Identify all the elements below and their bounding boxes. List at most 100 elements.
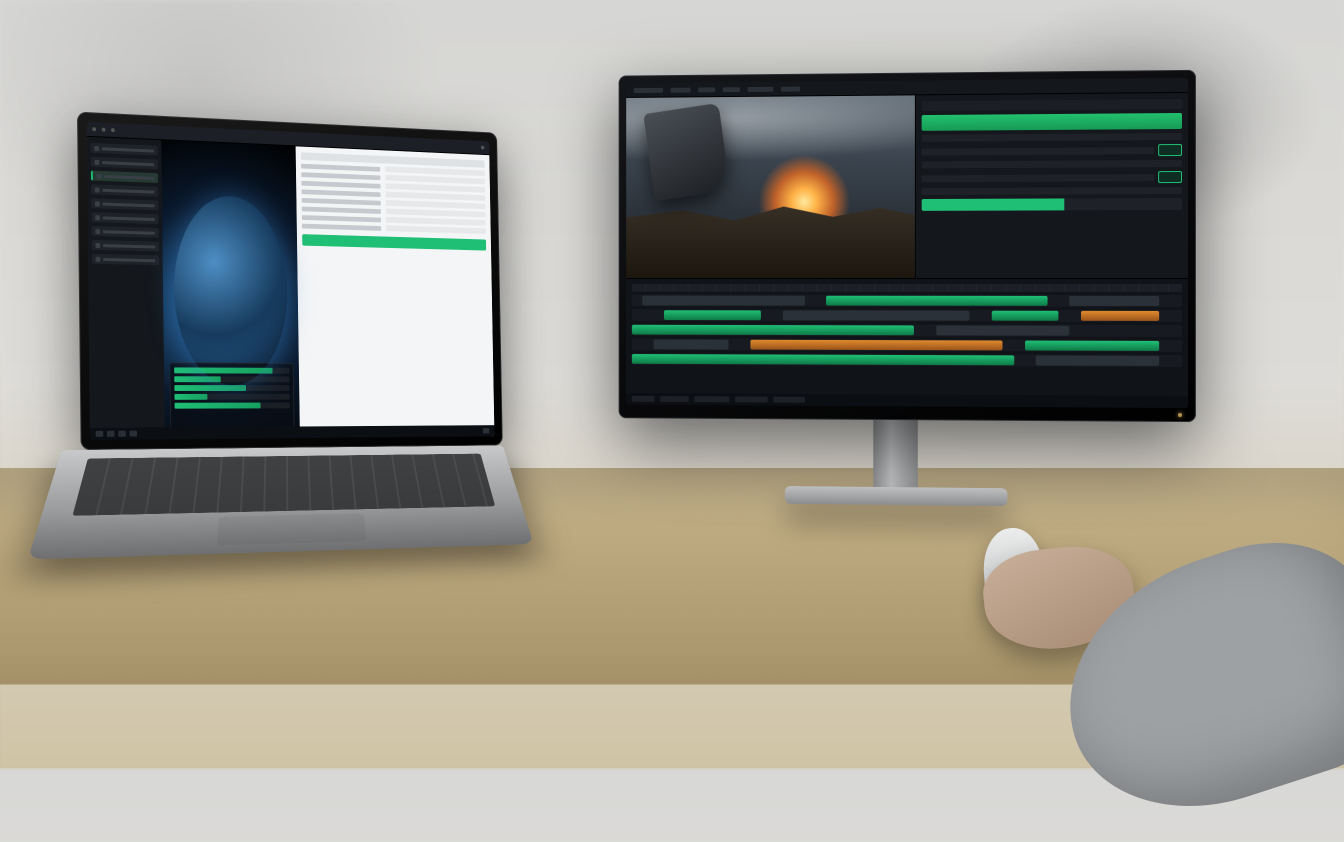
window-control-icon[interactable]	[92, 127, 96, 131]
laptop-screen	[87, 122, 495, 440]
statusbar-chip	[632, 396, 655, 402]
menu-item[interactable]	[670, 87, 690, 92]
menu-icon[interactable]	[481, 146, 484, 150]
laptop-bezel	[77, 112, 503, 450]
timeline-clip[interactable]	[653, 339, 728, 349]
sidebar-item[interactable]	[92, 240, 159, 252]
sidebar-item-label	[103, 257, 155, 261]
property-label	[301, 163, 380, 171]
monitor-inspector-panel	[914, 93, 1187, 278]
sidebar-item-label	[102, 188, 154, 193]
property-value[interactable]	[386, 217, 486, 226]
timeline-clip[interactable]	[643, 295, 805, 305]
statusbar-chip	[735, 396, 768, 402]
timeline-track[interactable]	[632, 353, 1182, 367]
laptop-preview-viewport[interactable]	[161, 140, 300, 439]
monitor-stand-base	[785, 486, 1008, 506]
sidebar-item[interactable]	[91, 143, 158, 156]
external-monitor	[619, 70, 1180, 490]
property-value[interactable]	[386, 225, 486, 234]
taskbar-item[interactable]	[129, 431, 137, 437]
inspector-row	[921, 160, 1182, 168]
inspector-row	[921, 144, 1182, 158]
property-label	[301, 180, 380, 188]
inspector-field[interactable]	[921, 133, 1182, 142]
inspector-title	[921, 99, 1182, 111]
laptop-taskbar	[90, 425, 495, 440]
taskbar-item[interactable]	[118, 431, 126, 437]
menu-item[interactable]	[634, 87, 663, 92]
window-control-icon[interactable]	[111, 128, 115, 132]
timeline-clip[interactable]	[992, 311, 1059, 321]
property-value[interactable]	[385, 200, 485, 209]
property-value[interactable]	[385, 192, 485, 201]
sidebar-item[interactable]	[91, 212, 158, 224]
monitor-timeline[interactable]	[626, 278, 1188, 396]
timeline-clip[interactable]	[1081, 311, 1160, 321]
property-value[interactable]	[386, 208, 486, 217]
menu-item[interactable]	[781, 86, 801, 91]
statusbar-chip	[660, 396, 689, 402]
progress-row	[174, 376, 289, 382]
timeline-clip[interactable]	[664, 310, 761, 320]
monitor-viewport[interactable]	[626, 95, 914, 277]
property-label	[302, 223, 381, 230]
inspector-row	[921, 187, 1182, 195]
laptop-sidebar	[87, 137, 165, 440]
menu-item[interactable]	[723, 87, 740, 92]
timeline-clip[interactable]	[750, 340, 1002, 351]
sidebar-item[interactable]	[91, 198, 158, 210]
taskbar-item[interactable]	[96, 431, 104, 437]
monitor-screen	[626, 78, 1188, 408]
inspector-field[interactable]	[921, 174, 1154, 182]
properties-apply-button[interactable]	[302, 234, 486, 250]
sidebar-item-icon	[95, 201, 100, 206]
inspector-field[interactable]	[921, 187, 1182, 195]
inspector-primary-button[interactable]	[921, 113, 1182, 131]
inspector-field[interactable]	[921, 147, 1154, 155]
inspector-row	[921, 133, 1182, 142]
menu-item[interactable]	[748, 86, 773, 91]
timeline-clip[interactable]	[783, 310, 970, 320]
property-label	[301, 189, 380, 197]
property-label	[302, 197, 381, 205]
inspector-meter	[921, 198, 1182, 211]
sidebar-item[interactable]	[92, 254, 159, 265]
timeline-clip[interactable]	[1025, 340, 1159, 350]
menu-item[interactable]	[698, 87, 716, 92]
timeline-clip[interactable]	[1070, 296, 1160, 306]
inspector-field[interactable]	[921, 160, 1182, 168]
timeline-clip[interactable]	[632, 325, 914, 335]
inspector-toggle[interactable]	[1158, 144, 1182, 156]
timeline-clip[interactable]	[936, 325, 1069, 335]
sidebar-item-label	[102, 147, 154, 152]
progress-row	[175, 403, 290, 409]
progress-fill	[174, 367, 272, 373]
timeline-clip[interactable]	[1036, 355, 1159, 365]
sidebar-item[interactable]	[91, 226, 158, 238]
timeline-clip[interactable]	[632, 354, 1014, 365]
timeline-track[interactable]	[632, 324, 1182, 337]
timeline-clip[interactable]	[827, 296, 1048, 306]
timeline-track[interactable]	[632, 294, 1182, 306]
timeline-track[interactable]	[632, 309, 1182, 322]
timeline-track[interactable]	[632, 338, 1182, 352]
laptop-properties-panel	[296, 146, 495, 438]
taskbar-item[interactable]	[107, 431, 115, 437]
timeline-ruler[interactable]	[632, 284, 1182, 292]
laptop-trackpad[interactable]	[217, 513, 367, 545]
sidebar-item[interactable]	[91, 171, 158, 183]
statusbar-chip	[694, 396, 729, 402]
sidebar-item-label	[103, 216, 155, 221]
laptop-keyboard[interactable]	[72, 454, 495, 516]
sidebar-item[interactable]	[91, 184, 158, 196]
sidebar-item-icon	[95, 229, 100, 234]
window-control-icon[interactable]	[102, 128, 106, 132]
progress-fill	[174, 376, 221, 382]
sidebar-item-icon	[95, 215, 100, 220]
progress-fill	[174, 385, 246, 391]
user-arm	[964, 508, 1344, 768]
sidebar-item[interactable]	[91, 157, 158, 170]
inspector-toggle[interactable]	[1158, 171, 1182, 183]
sidebar-item-label	[104, 175, 154, 180]
